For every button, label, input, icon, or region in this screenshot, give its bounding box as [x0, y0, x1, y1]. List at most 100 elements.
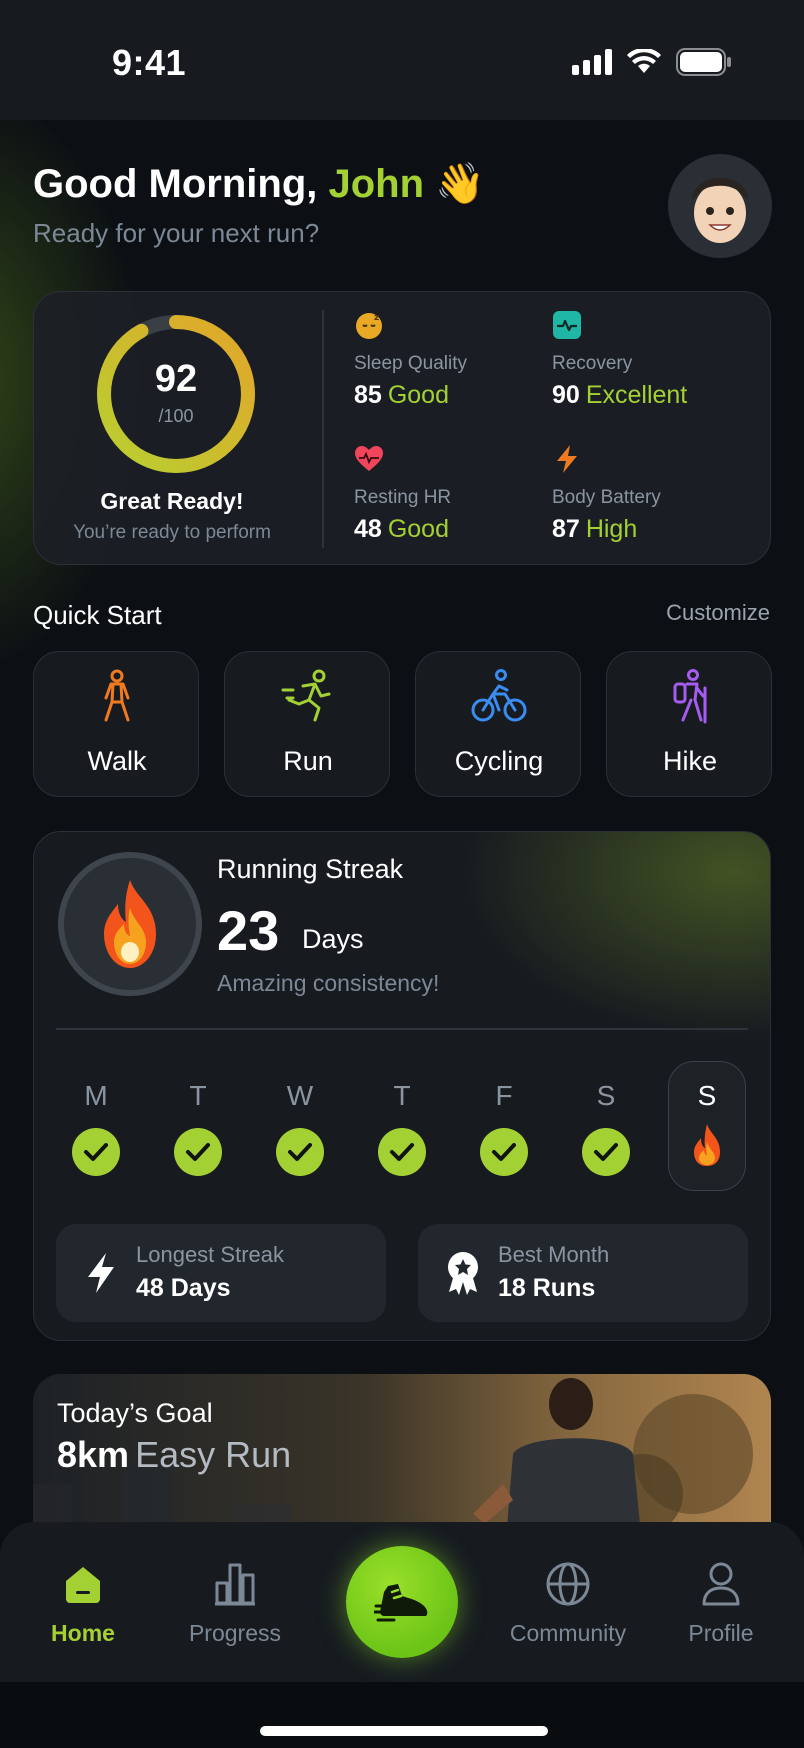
quick-start-label: Walk: [87, 746, 147, 776]
metric-value: 90: [552, 381, 580, 409]
stat-value: 48 Days: [136, 1274, 231, 1302]
goal-label: Today’s Goal: [57, 1398, 213, 1428]
heart-icon: [355, 446, 383, 471]
metric-value: 87: [552, 515, 580, 543]
check-icon: [582, 1128, 630, 1176]
sleep-icon: z: [356, 313, 382, 339]
home-screen: 9:41 Good Morning, John 👋 Ready for your…: [0, 0, 804, 1748]
hike-icon: [673, 669, 707, 724]
lightning-icon: [557, 445, 577, 473]
svg-text:z: z: [374, 313, 379, 323]
tab-label: Community: [509, 1620, 627, 1646]
day-letter: T: [189, 1080, 207, 1111]
quick-start-cycling[interactable]: Cycling: [415, 651, 581, 797]
streak-badge: [58, 852, 202, 996]
readiness-card[interactable]: 92 /100 Great Ready! You’re ready to per…: [33, 291, 771, 565]
greeting: Good Morning, John 👋: [33, 160, 485, 207]
check-icon: [378, 1128, 426, 1176]
streak-day-sun-today: S: [668, 1061, 746, 1191]
day-letter: M: [84, 1080, 108, 1111]
customize-link[interactable]: Customize: [666, 600, 770, 626]
metric-label: Body Battery: [552, 487, 661, 508]
day-letter: W: [286, 1080, 314, 1111]
stat-value: 18 Runs: [498, 1274, 596, 1302]
cycling-icon: [471, 669, 527, 722]
check-icon: [72, 1128, 120, 1176]
streak-day-tue: T: [158, 1080, 238, 1176]
avatar-face-icon: [692, 177, 748, 243]
bar-chart-icon: [215, 1563, 255, 1606]
streak-day-wed: W: [260, 1080, 340, 1176]
quick-start-walk[interactable]: Walk: [33, 651, 199, 797]
check-icon: [480, 1128, 528, 1176]
stat-label: Longest Streak: [136, 1242, 284, 1267]
tab-profile[interactable]: Profile: [646, 1558, 796, 1647]
metric-label: Resting HR: [354, 487, 452, 508]
streak-count: 23: [217, 899, 280, 962]
day-letter: T: [393, 1080, 411, 1111]
flame-icon: [694, 1124, 720, 1166]
tab-label: Profile: [688, 1620, 754, 1646]
streak-message: Amazing consistency!: [217, 970, 440, 996]
tab-progress[interactable]: Progress: [160, 1558, 310, 1647]
readiness-divider: [322, 310, 324, 548]
day-letter: S: [596, 1080, 616, 1111]
tab-community[interactable]: Community: [493, 1558, 643, 1647]
status-time: 9:41: [112, 42, 187, 83]
metric-label: Recovery: [552, 353, 633, 374]
streak-day-thu: T: [362, 1080, 442, 1176]
quick-start-hike[interactable]: Hike: [606, 651, 772, 797]
wave-icon: 👋: [435, 162, 485, 206]
check-icon: [276, 1128, 324, 1176]
metric-status: Good: [387, 381, 449, 409]
recovery-icon: [553, 311, 581, 339]
stat-label: Best Month: [498, 1242, 610, 1267]
home-indicator[interactable]: [260, 1726, 548, 1736]
day-letter: S: [697, 1080, 717, 1111]
streak-day-sat: S: [566, 1080, 646, 1176]
globe-icon: [546, 1562, 590, 1606]
run-icon: [281, 669, 331, 722]
readiness-title: Great Ready!: [100, 488, 244, 514]
status-bar: 9:41: [0, 0, 804, 120]
tab-home[interactable]: Home: [8, 1558, 158, 1647]
metric-body-battery: Body Battery 87 High: [552, 444, 742, 544]
readiness-subtitle: You’re ready to perform: [73, 522, 271, 543]
quick-start-label: Cycling: [454, 746, 544, 776]
longest-streak-stat: Longest Streak 48 Days: [56, 1224, 386, 1322]
wifi-icon: [627, 49, 661, 73]
bolt-icon: [88, 1253, 114, 1293]
signal-icon: [572, 49, 612, 75]
metric-status: High: [585, 515, 638, 543]
start-run-button[interactable]: [346, 1546, 458, 1658]
running-streak-card[interactable]: Running Streak 23 Days Amazing consisten…: [33, 831, 771, 1341]
fire-icon: [104, 880, 156, 968]
goal-title: 8km Easy Run: [57, 1434, 291, 1476]
home-bar-area: [0, 1682, 804, 1748]
metric-value: 48: [354, 515, 382, 543]
avatar[interactable]: [668, 154, 772, 258]
streak-divider: [56, 1028, 748, 1030]
metric-value: 85: [354, 381, 382, 409]
user-name: John: [328, 162, 425, 206]
streak-unit: Days: [302, 924, 364, 954]
greeting-subtitle: Ready for your next run?: [33, 218, 320, 248]
greeting-prefix: Good Morning,: [33, 162, 318, 206]
home-icon: [66, 1567, 100, 1603]
metric-resting-hr: Resting HR 48 Good: [354, 444, 544, 544]
tab-label: Home: [51, 1620, 115, 1646]
check-icon: [174, 1128, 222, 1176]
streak-title: Running Streak: [217, 854, 404, 884]
battery-icon: [676, 48, 731, 76]
streak-day-fri: F: [464, 1080, 544, 1176]
quick-start-title: Quick Start: [33, 600, 162, 630]
person-icon: [702, 1562, 740, 1606]
walk-icon: [104, 669, 130, 722]
quick-start-run[interactable]: Run: [224, 651, 390, 797]
best-month-stat: Best Month 18 Runs: [418, 1224, 748, 1322]
quick-start-label: Hike: [662, 746, 717, 776]
metric-label: Sleep Quality: [354, 353, 468, 374]
readiness-score-max: /100: [158, 406, 194, 426]
metric-recovery: Recovery 90 Excellent: [552, 310, 742, 410]
goal-type: Easy Run: [135, 1434, 292, 1475]
